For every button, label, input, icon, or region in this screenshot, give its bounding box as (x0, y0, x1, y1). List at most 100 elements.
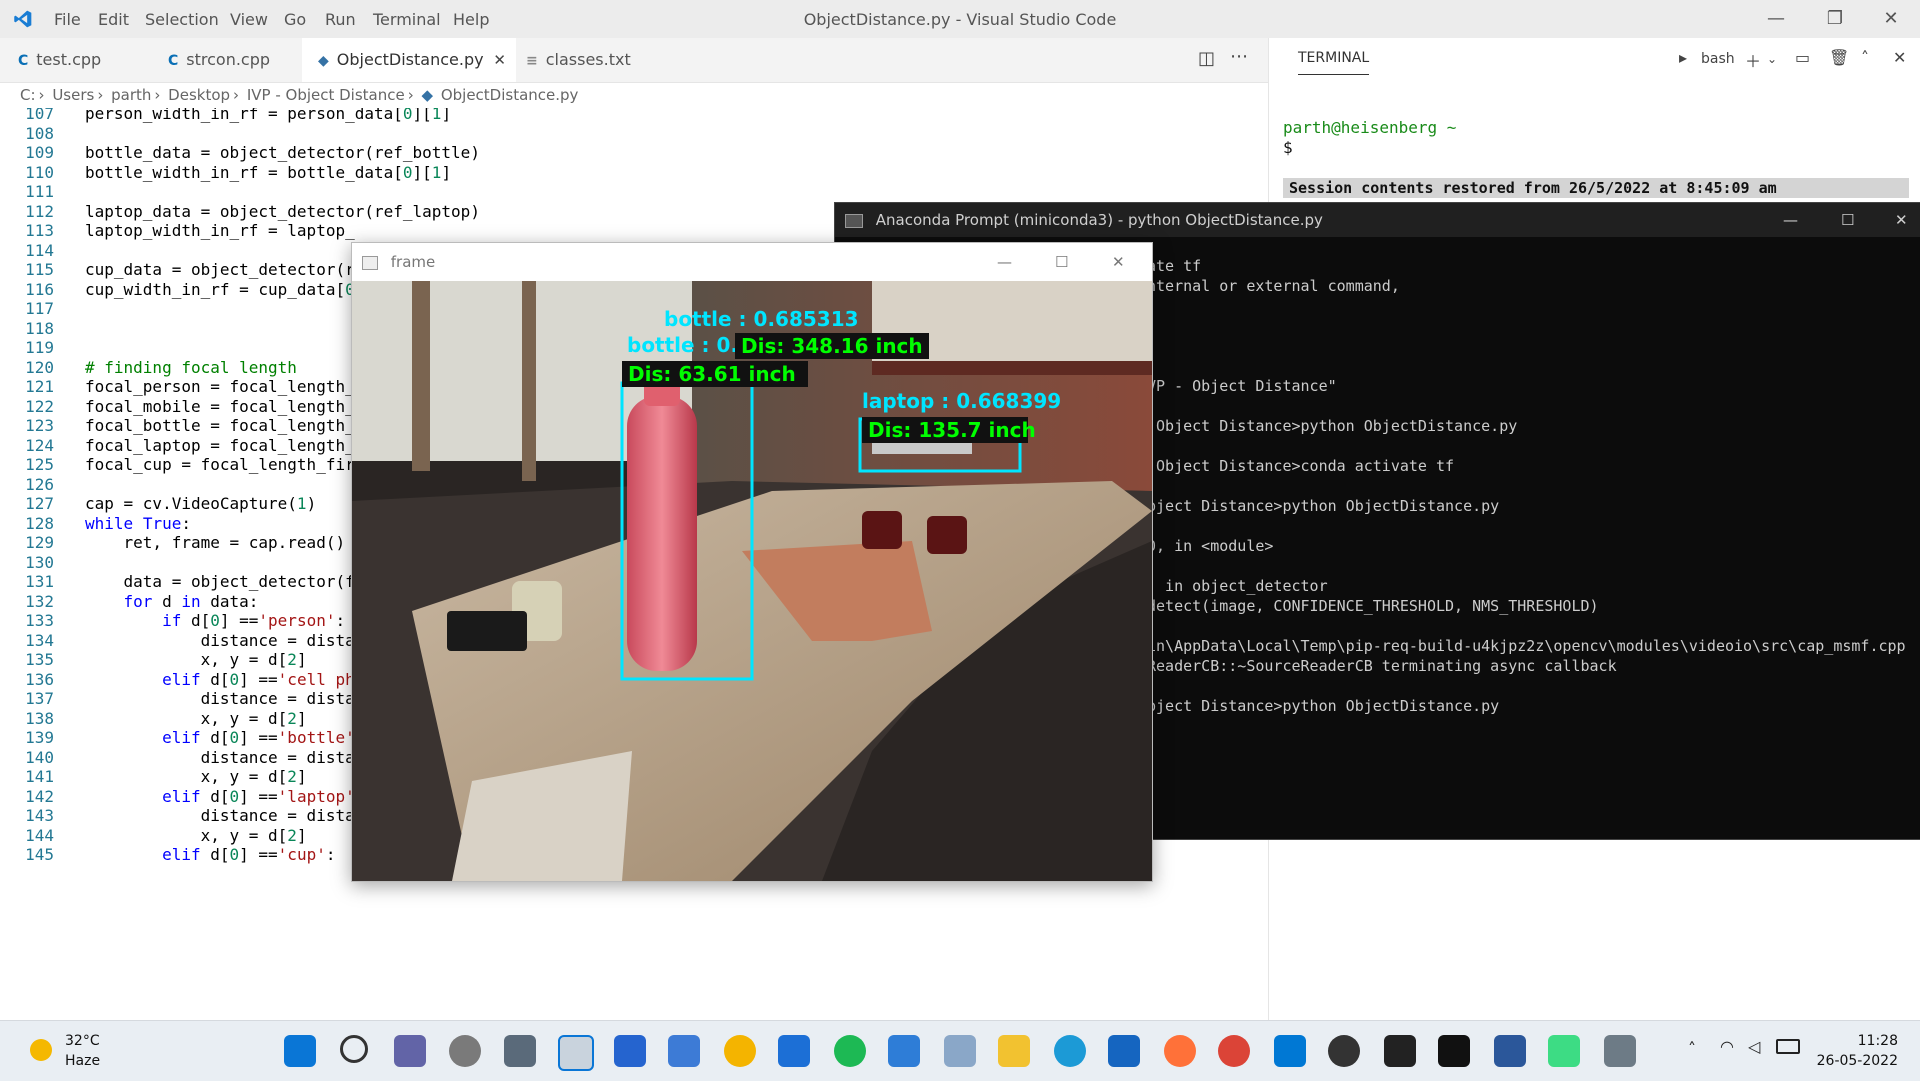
weather-sun-icon[interactable] (30, 1039, 52, 1061)
minimize-icon[interactable]: — (997, 243, 1012, 281)
close-icon[interactable]: ✕ (1895, 203, 1908, 237)
todo-icon[interactable] (614, 1035, 646, 1067)
maximize-icon[interactable]: ☐ (1055, 243, 1068, 281)
tab-terminal[interactable]: TERMINAL (1298, 50, 1370, 75)
tab-classes-txt[interactable]: ≡ classes.txt (516, 38, 661, 82)
weather-widget[interactable]: 32°C Haze (65, 1031, 100, 1071)
vscode-taskbar-icon[interactable] (1274, 1035, 1306, 1067)
restore-icon[interactable]: ☐ (1841, 203, 1854, 237)
code-line[interactable]: laptop_data = object_detector(ref_laptop… (85, 202, 480, 221)
close-icon[interactable]: ✕ (1112, 243, 1125, 281)
chevron-down-icon[interactable]: ⌄ (1767, 52, 1777, 66)
mail-icon[interactable] (1108, 1035, 1140, 1067)
code-line[interactable]: # finding focal length (85, 358, 297, 377)
breadcrumb-item[interactable]: C: (20, 86, 36, 104)
terminal-shell-icon[interactable]: ▸ (1679, 48, 1687, 67)
start-icon[interactable] (284, 1035, 316, 1067)
volume-icon[interactable]: ◁ (1748, 1037, 1760, 1056)
code-line[interactable]: focal_bottle = focal_length_ (85, 416, 355, 435)
line-number: 129 (25, 533, 54, 552)
battery-icon[interactable] (1776, 1039, 1800, 1054)
split-terminal-icon[interactable]: ▭ (1795, 48, 1810, 67)
split-editor-icon[interactable]: ◫ (1198, 48, 1215, 69)
spotify-icon[interactable] (834, 1035, 866, 1067)
code-line[interactable]: ret, frame = cap.read() (85, 533, 346, 552)
close-icon[interactable]: ✕ (1871, 6, 1911, 32)
terminal-shell-name[interactable]: bash (1701, 51, 1735, 67)
code-line[interactable]: distance = dista (85, 631, 355, 650)
calculator-icon[interactable] (504, 1035, 536, 1067)
tab-objectdistance-py[interactable]: ◆ ObjectDistance.py ✕ (302, 38, 516, 82)
line-number: 120 (25, 357, 54, 377)
code-line[interactable]: cup_width_in_rf = cup_data[0 (85, 280, 355, 299)
code-line[interactable]: cap = cv.VideoCapture(1) (85, 494, 316, 513)
code-line[interactable]: bottle_data = object_detector(ref_bottle… (85, 143, 480, 162)
teams-chat-icon[interactable] (394, 1035, 426, 1067)
code-line[interactable]: elif d[0] =='cell ph (85, 670, 355, 689)
tab-test-cpp[interactable]: Ctest.cpp (0, 38, 168, 82)
breadcrumb-item[interactable]: IVP - Object Distance (247, 86, 405, 104)
chevron-up-icon[interactable]: ˄ (1861, 48, 1869, 67)
tab-strcon-cpp[interactable]: Cstrcon.cpp (150, 38, 318, 82)
cpp-file-icon: C (18, 53, 29, 69)
calendar-icon[interactable] (778, 1035, 810, 1067)
tab-close-icon[interactable]: ✕ (493, 38, 506, 82)
edge-icon[interactable] (1054, 1035, 1086, 1067)
firefox-icon[interactable] (1164, 1035, 1196, 1067)
close-panel-icon[interactable]: ✕ (1893, 48, 1906, 67)
weather-app-icon[interactable] (724, 1035, 756, 1067)
chevron-up-icon[interactable]: ˄ (1688, 1039, 1696, 1058)
settings-gear-icon[interactable] (449, 1035, 481, 1067)
search-icon[interactable] (340, 1035, 368, 1063)
new-terminal-icon[interactable]: ＋ (1745, 48, 1761, 72)
notepad-icon[interactable] (668, 1035, 700, 1067)
app-window-icon[interactable] (1604, 1035, 1636, 1067)
file-explorer-icon[interactable] (998, 1035, 1030, 1067)
code-line[interactable]: elif d[0] =='cup': (85, 845, 335, 864)
snipping-tool-icon[interactable] (558, 1035, 594, 1071)
code-line[interactable]: x, y = d[2] (85, 650, 307, 669)
code-line[interactable]: x, y = d[2] (85, 709, 307, 728)
console-output-line: ReaderCB::~SourceReaderCB terminating as… (1147, 657, 1617, 675)
terminal-app-icon[interactable] (1384, 1035, 1416, 1067)
wifi-icon[interactable]: ◠ (1720, 1037, 1734, 1056)
code-line[interactable]: focal_mobile = focal_length_ (85, 397, 355, 416)
code-line[interactable]: distance = dista (85, 689, 355, 708)
code-line[interactable]: data = object_detector(f (85, 572, 355, 591)
window-title: ObjectDistance.py - Visual Studio Code (803, 10, 1117, 29)
code-line[interactable]: bottle_width_in_rf = bottle_data[0][1] (85, 163, 451, 182)
cmd-icon[interactable] (1438, 1035, 1470, 1067)
android-studio-icon[interactable] (1548, 1035, 1580, 1067)
restore-icon[interactable]: ❐ (1815, 6, 1855, 32)
code-line[interactable]: x, y = d[2] (85, 826, 307, 845)
app-icon[interactable] (1328, 1035, 1360, 1067)
breadcrumb-item[interactable]: Desktop (168, 86, 230, 104)
terminal-prompt-user: parth@heisenberg ~ (1283, 118, 1457, 137)
image-viewer-icon[interactable] (944, 1035, 976, 1067)
console-output-line: bject Distance>python ObjectDistance.py (1147, 697, 1500, 715)
code-line[interactable]: focal_cup = focal_length_fir (85, 455, 355, 474)
code-line[interactable]: if d[0] =='person': (85, 611, 345, 630)
breadcrumb-item[interactable]: ObjectDistance.py (441, 86, 579, 104)
minimize-icon[interactable]: — (1783, 203, 1798, 237)
code-line[interactable]: laptop_width_in_rf = laptop_ (85, 221, 355, 240)
more-actions-icon[interactable]: ⋯ (1230, 46, 1248, 67)
clock[interactable]: 11:28 26-05-2022 (1817, 1031, 1898, 1071)
code-line[interactable]: cup_data = object_detector(r (85, 260, 355, 279)
code-line[interactable]: x, y = d[2] (85, 767, 307, 786)
chrome-icon[interactable] (1218, 1035, 1250, 1067)
code-line[interactable]: person_width_in_rf = person_data[0][1] (85, 108, 451, 123)
trash-icon[interactable]: 🗑 (1829, 48, 1849, 67)
code-line[interactable]: while True: (85, 514, 191, 533)
code-line[interactable]: elif d[0] =='bottle' (85, 728, 355, 747)
code-line[interactable]: focal_laptop = focal_length_ (85, 436, 355, 455)
breadcrumb-item[interactable]: Users (52, 86, 94, 104)
word-icon[interactable] (1494, 1035, 1526, 1067)
breadcrumb-item[interactable]: parth (111, 86, 151, 104)
opencv-frame-window[interactable]: frame — ☐ ✕ bottle: 0.685313 bottle: 0… (351, 242, 1153, 882)
code-line[interactable]: for d in data: (85, 592, 259, 611)
code-line[interactable]: elif d[0] =='laptop': (85, 787, 364, 806)
photos-icon[interactable] (888, 1035, 920, 1067)
code-line[interactable]: focal_person = focal_length_ (85, 377, 355, 396)
minimize-icon[interactable]: — (1756, 6, 1796, 32)
